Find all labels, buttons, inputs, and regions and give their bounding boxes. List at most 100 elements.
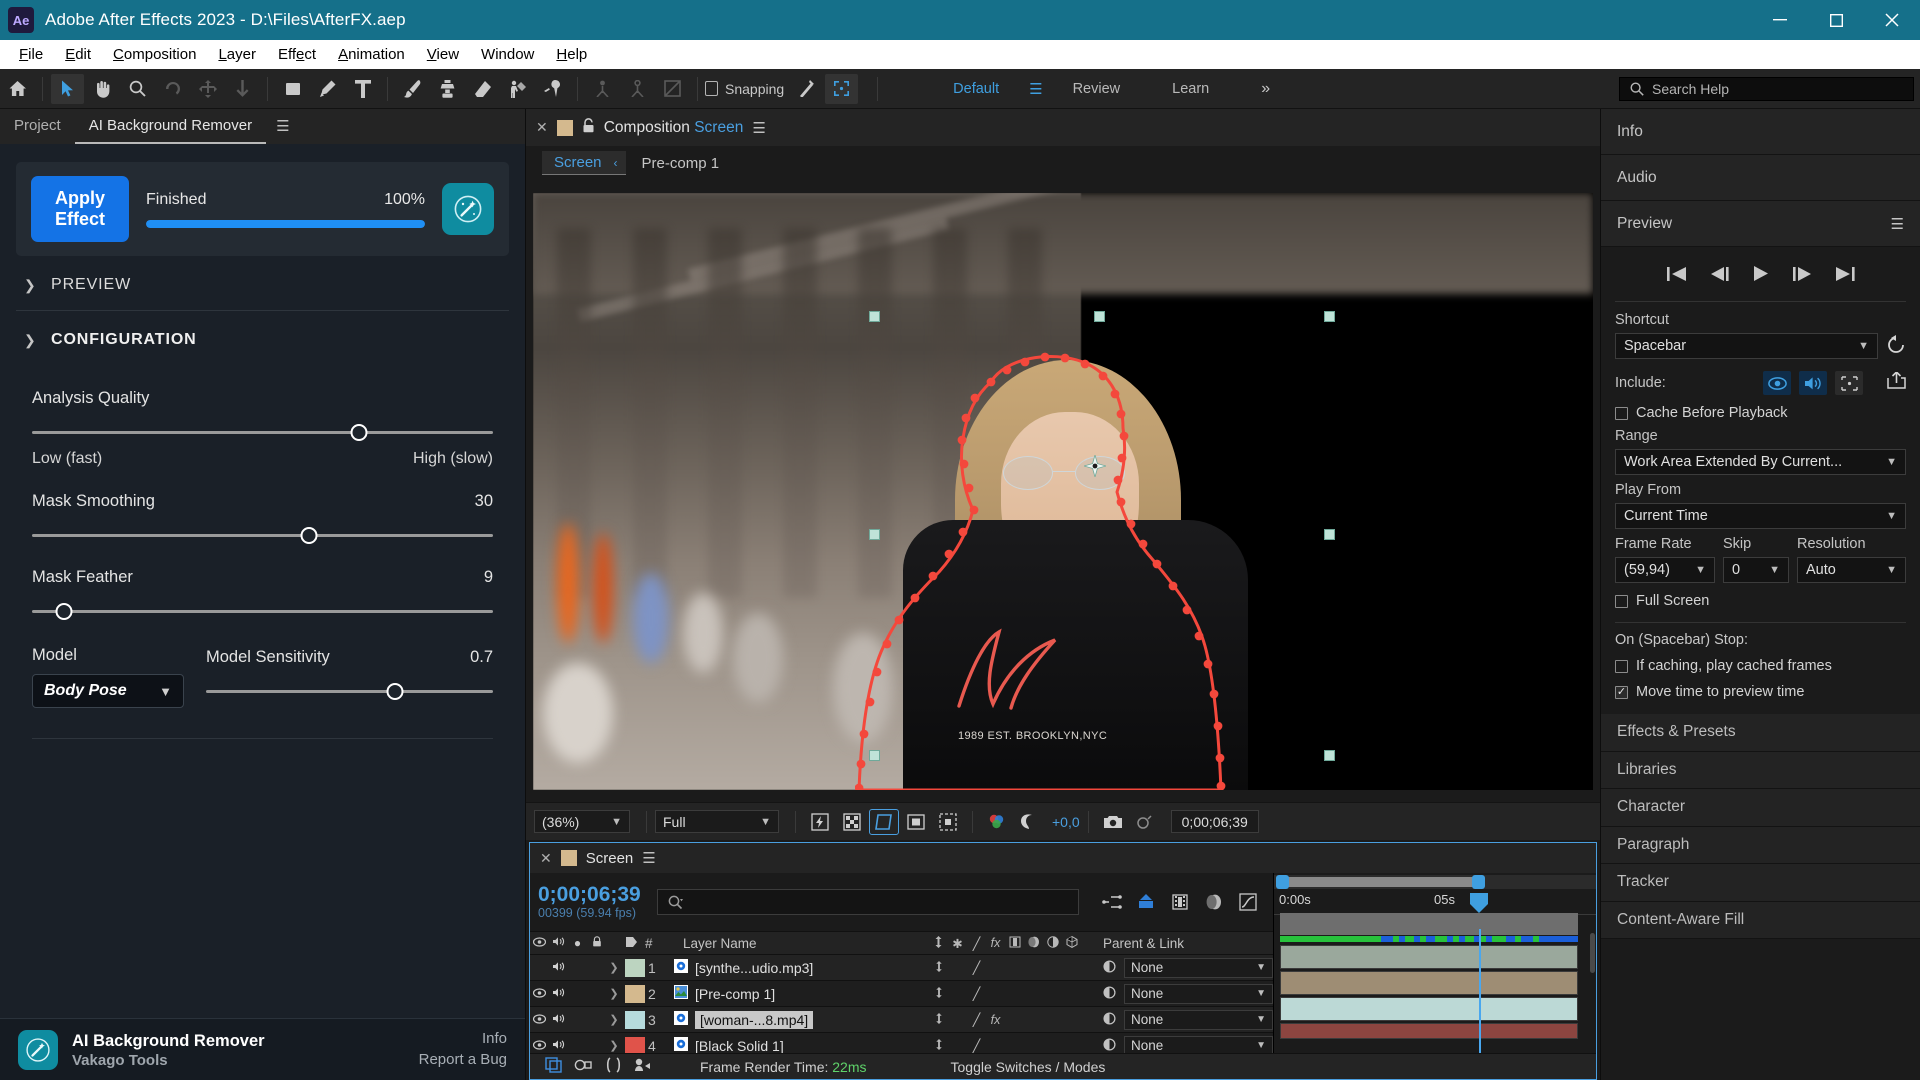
full-screen-checkbox[interactable] — [1615, 594, 1628, 608]
collapse-switch[interactable] — [929, 1012, 948, 1027]
shortcut-select[interactable]: Spacebar ▼ — [1615, 333, 1878, 359]
maximize-button[interactable] — [1808, 0, 1864, 40]
motion-blur-icon[interactable] — [1163, 889, 1197, 915]
parent-link-cell[interactable]: None ▼ — [1095, 1009, 1273, 1030]
slider-knob[interactable] — [350, 424, 368, 441]
layer-bar[interactable] — [1280, 1023, 1578, 1039]
cache-before-playback-checkbox[interactable] — [1615, 406, 1628, 420]
play-button[interactable] — [1752, 265, 1770, 287]
table-row[interactable]: ❯ 2 [Pre-comp 1] ╱ None ▼ — [530, 981, 1273, 1007]
menu-help[interactable]: Help — [545, 40, 598, 69]
effects-switch[interactable]: ╱ — [967, 1012, 986, 1027]
breadcrumb-precomp[interactable]: Pre-comp 1 — [626, 155, 736, 172]
zoom-tool-icon[interactable] — [121, 74, 154, 104]
layer-visibility-toggle[interactable] — [530, 1013, 549, 1027]
layer-audio-toggle[interactable] — [549, 1039, 568, 1053]
playhead-line[interactable] — [1479, 929, 1481, 1053]
layer-bar[interactable] — [1280, 971, 1578, 995]
align-center-icon[interactable] — [621, 74, 654, 104]
fast-previews-icon[interactable] — [806, 810, 834, 834]
panel-character[interactable]: Character — [1601, 789, 1920, 827]
lock-icon[interactable] — [582, 117, 595, 138]
mask-visibility-icon[interactable] — [869, 808, 899, 835]
frame-rate-select[interactable]: (59,94) ▼ — [1615, 557, 1715, 583]
panel-effects-presets[interactable]: Effects & Presets — [1601, 714, 1920, 752]
resolution-select[interactable]: Auto ▼ — [1797, 557, 1906, 583]
frame-blending-icon[interactable] — [1129, 889, 1163, 915]
orbit-tool-icon[interactable] — [191, 74, 224, 104]
layer-name-cell[interactable]: [synthe...udio.mp3] — [674, 959, 929, 976]
composition-flowchart-icon[interactable] — [538, 1057, 568, 1076]
viewer-timecode[interactable]: 0;00;06;39 — [1170, 810, 1259, 833]
layer-visibility-toggle[interactable] — [530, 1039, 549, 1053]
layer-expand-arrow[interactable]: ❯ — [606, 1039, 622, 1052]
anchor-point-icon[interactable] — [1084, 454, 1106, 477]
transparency-grid-icon[interactable] — [838, 810, 866, 834]
panel-audio[interactable]: Audio — [1601, 155, 1920, 201]
motion-sketch-icon[interactable] — [628, 1057, 658, 1076]
toggle-switches-modes[interactable]: Toggle Switches / Modes — [951, 1059, 1106, 1075]
timeline-graph-area[interactable]: 0:00s 05s — [1274, 873, 1596, 1053]
slider-knob[interactable] — [386, 683, 404, 700]
snapping-checkbox[interactable] — [705, 81, 718, 96]
home-icon[interactable] — [1, 74, 34, 104]
collapse-switch[interactable] — [929, 986, 948, 1001]
menu-animation[interactable]: Animation — [327, 40, 416, 69]
tab-project[interactable]: Project — [0, 109, 75, 144]
export-frame-icon[interactable] — [1887, 370, 1906, 394]
minimize-button[interactable] — [1752, 0, 1808, 40]
model-select[interactable]: Body Pose ▼ — [32, 674, 184, 708]
include-overlays-icon[interactable] — [1835, 371, 1863, 395]
fx-switch[interactable]: fx — [986, 1013, 1005, 1027]
exposure-value[interactable]: +0,0 — [1052, 814, 1080, 830]
menu-file[interactable]: File — [8, 40, 54, 69]
mask-feather-slider[interactable] — [32, 602, 493, 620]
panel-menu-icon[interactable]: ☰ — [276, 109, 289, 144]
collapse-switch[interactable] — [929, 1038, 948, 1053]
channel-select-icon[interactable] — [983, 810, 1011, 834]
work-area-bar[interactable] — [1274, 875, 1596, 889]
timeline-scrollbar[interactable] — [1590, 933, 1595, 973]
snapping-toggle[interactable]: Snapping — [705, 81, 784, 97]
clone-stamp-tool-icon[interactable] — [431, 74, 464, 104]
brush-tool-icon[interactable] — [396, 74, 429, 104]
pan-behind-tool-icon[interactable] — [226, 74, 259, 104]
parent-pickwhip-icon[interactable] — [1103, 1011, 1116, 1028]
panel-content-aware-fill[interactable]: Content-Aware Fill — [1601, 901, 1920, 939]
layer-label-color[interactable] — [625, 1010, 645, 1029]
roto-brush-tool-icon[interactable] — [501, 74, 534, 104]
model-sensitivity-slider[interactable] — [206, 682, 493, 700]
first-frame-button[interactable] — [1666, 266, 1688, 287]
brainstorm-icon[interactable] — [598, 1057, 628, 1076]
breadcrumb-screen[interactable]: Screen ‹ — [542, 151, 626, 175]
layer-expand-arrow[interactable]: ❯ — [606, 961, 622, 974]
close-button[interactable] — [1864, 0, 1920, 40]
analysis-quality-slider[interactable] — [32, 423, 493, 441]
composition-viewer[interactable]: 1989 EST. BROOKLYN,NYC — [526, 180, 1600, 802]
reset-shortcut-icon[interactable] — [1886, 334, 1906, 358]
rotation-tool-icon[interactable] — [156, 74, 189, 104]
layer-label-color[interactable] — [625, 958, 645, 977]
if-caching-checkbox[interactable] — [1615, 659, 1628, 673]
show-snapshot-icon[interactable] — [1131, 810, 1159, 834]
graph-layers-icon[interactable] — [1197, 889, 1231, 915]
region-of-interest-icon[interactable] — [902, 810, 930, 834]
layer-name-cell[interactable]: [Black Solid 1] — [674, 1037, 929, 1054]
timeline-search-input[interactable] — [656, 889, 1079, 915]
parent-select[interactable]: None ▼ — [1124, 983, 1273, 1004]
layer-name-cell[interactable]: [woman-...8.mp4] — [674, 1010, 929, 1029]
slider-knob[interactable] — [300, 527, 318, 544]
align-distribute-icon[interactable] — [656, 74, 689, 104]
selection-tool-icon[interactable] — [51, 73, 84, 104]
skip-select[interactable]: 0 ▼ — [1723, 557, 1789, 583]
panel-tracker[interactable]: Tracker — [1601, 864, 1920, 902]
hand-tool-icon[interactable] — [86, 74, 119, 104]
layer-visibility-toggle[interactable] — [530, 987, 549, 1001]
last-frame-button[interactable] — [1834, 266, 1856, 287]
if-caching-row[interactable]: If caching, play cached frames — [1615, 658, 1906, 674]
workspace-default[interactable]: Default — [927, 81, 1025, 97]
workspace-menu-icon[interactable]: ☰ — [1025, 80, 1046, 98]
resolution-select[interactable]: Full ▼ — [655, 810, 779, 833]
effects-switch[interactable]: ╱ — [967, 1038, 986, 1053]
panel-libraries[interactable]: Libraries — [1601, 751, 1920, 789]
